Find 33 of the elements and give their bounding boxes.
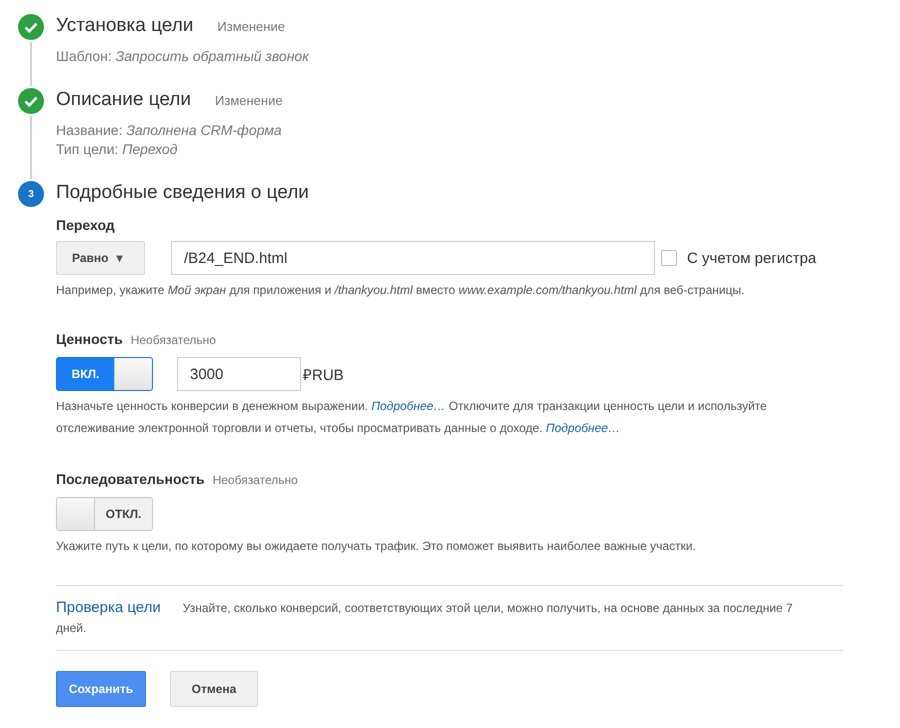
optional-label: Необязательно	[212, 473, 298, 487]
step-title: Подробные сведения о цели	[56, 182, 309, 204]
step-title: Установка цели	[56, 15, 194, 37]
more-link[interactable]: Подробнее…	[546, 421, 620, 435]
check-icon	[18, 14, 44, 40]
step-number: 3	[18, 181, 44, 207]
save-button[interactable]: Сохранить	[56, 671, 146, 707]
verify-link[interactable]: Проверка цели	[56, 599, 161, 616]
cancel-button[interactable]: Отмена	[170, 671, 258, 707]
help-text: Назначьте ценность конверсии в денежном выражении. Подробнее… Отключите для транзакции ценность цели и используйте отслеживание электронной торговли и отчеты, чтобы просматривать данные о доходе. Подробнее…	[56, 398, 768, 437]
step-detail: Шаблон: Запросить обратный звонок	[56, 47, 310, 66]
url-field[interactable]: /B24_END.html	[171, 241, 655, 275]
toggle-switch[interactable]: ОТКЛ.	[56, 497, 153, 531]
edit-link[interactable]: Изменение	[215, 93, 283, 108]
step-detail: Тип цели: Переход	[56, 140, 178, 159]
help-text: Укажите путь к цели, по которому вы ожидаете получать трафик. Это поможет выявить наиболее важные участки.	[56, 538, 697, 555]
toggle-switch[interactable]: ВКЛ.	[56, 357, 153, 391]
check-icon	[18, 88, 44, 114]
hint-text: Например, укажите Мой экран для приложения и /thankyou.html вместо www.example.com/thankyou.html для веб-страницы.	[56, 282, 746, 299]
checkbox[interactable]	[661, 250, 677, 266]
edit-link[interactable]: Изменение	[217, 19, 285, 34]
step-title: Описание цели	[56, 89, 192, 111]
field-label: Ценность	[56, 331, 123, 347]
checkbox-label: С учетом регистра	[687, 250, 816, 266]
match-dropdown[interactable]: Равно ▾	[56, 241, 145, 275]
field-label: Переход	[56, 217, 116, 233]
field-label: Последовательность	[56, 471, 205, 487]
verify-text: Проверка цели Узнайте, сколько конверсий, соответствующих этой цели, можно получить, на основе данных за последние 7 дней.	[56, 598, 794, 637]
optional-label: Необязательно	[130, 333, 216, 347]
more-link[interactable]: Подробнее…	[371, 399, 446, 413]
currency-label: ₽RUB	[302, 366, 344, 384]
step-detail: Название: Заполнена CRM-форма	[56, 121, 283, 140]
amount-field[interactable]: 3000	[177, 357, 301, 391]
